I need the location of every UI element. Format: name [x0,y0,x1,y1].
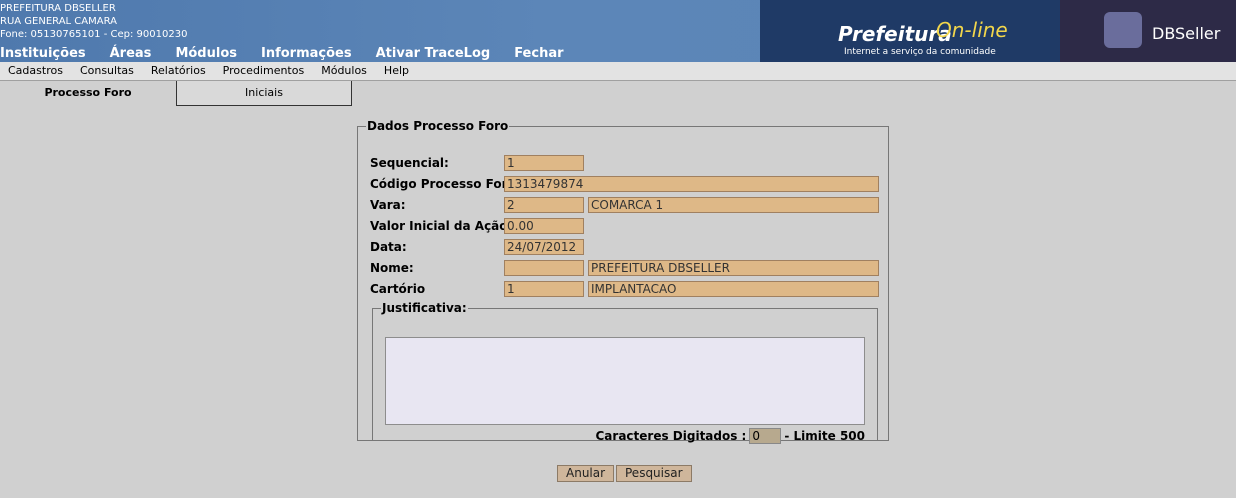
brand-tagline: Internet a serviço da comunidade [844,47,996,57]
dbseller-logo-icon [1104,12,1142,48]
dados-processo-foro-fieldset: Dados Processo Foro Sequencial: 1 Código… [357,119,889,444]
chars-limit: - Limite 500 [784,429,865,443]
vara-code-field[interactable]: 2 [504,197,584,213]
nome-code-field[interactable] [504,260,584,276]
dbseller-logo: DBSeller [1060,0,1236,62]
menu-modulos[interactable]: Módulos [175,46,237,61]
org-phone: Fone: 05130765101 - Cep: 90010230 [0,29,188,40]
nome-field[interactable]: PREFEITURA DBSELLER [588,260,879,276]
justificativa-fieldset: Justificativa: Caracteres Digitados : 0 … [372,301,878,444]
chars-label: Caracteres Digitados : [595,429,747,443]
chars-count-field: 0 [749,428,782,444]
brand-online: On-line [936,18,1008,42]
nome-label: Nome: [370,261,414,275]
cartorio-code-field[interactable]: 1 [504,281,584,297]
char-counter: Caracteres Digitados : 0 - Limite 500 [595,428,865,444]
menu-instituicoes[interactable]: Instituições [0,46,86,61]
cartorio-name-field[interactable]: IMPLANTACAO [588,281,879,297]
institution-info: PREFEITURA DBSELLER RUA GENERAL CAMARA F… [0,2,187,41]
tab-processo-foro[interactable]: Processo Foro [0,81,176,105]
app-header: PREFEITURA DBSELLER RUA GENERAL CAMARA F… [0,0,1236,62]
data-label: Data: [370,240,407,254]
cartorio-label: Cartório [370,282,426,296]
brand-prefeitura: Prefeitura [838,22,952,46]
anular-button[interactable]: Anular [557,465,615,482]
sequencial-field[interactable]: 1 [504,155,584,171]
menu-informacoes[interactable]: Informações [261,46,352,61]
sequencial-label: Sequencial: [370,156,449,170]
vara-name-field[interactable]: COMARCA 1 [588,197,879,213]
fieldset-legend: Dados Processo Foro [367,119,509,133]
codigo-processo-label: Código Processo Foro: [370,177,521,191]
main-menu: Instituições Áreas Módulos Informações A… [0,46,588,61]
prefeitura-online-logo: Prefeitura On-line Internet a serviço da… [760,0,1060,62]
submenu-cadastros[interactable]: Cadastros [0,62,72,80]
brand-company: DBSeller [1152,24,1221,43]
pesquisar-button[interactable]: Pesquisar [616,465,692,482]
valor-inicial-field[interactable]: 0.00 [504,218,584,234]
submenu-procedimentos[interactable]: Procedimentos [215,62,314,80]
sub-menu: Cadastros Consultas Relatórios Procedime… [0,62,1236,81]
org-name: PREFEITURA DBSELLER [0,3,116,14]
codigo-processo-field[interactable]: 1313479874 [504,176,879,192]
valor-inicial-label: Valor Inicial da Ação: [370,219,513,233]
tab-iniciais[interactable]: Iniciais [176,81,352,106]
org-address: RUA GENERAL CAMARA [0,16,117,27]
submenu-consultas[interactable]: Consultas [72,62,143,80]
data-field[interactable]: 24/07/2012 [504,239,584,255]
justificativa-legend: Justificativa: [382,301,467,315]
menu-fechar[interactable]: Fechar [514,46,563,61]
menu-ativar-tracelog[interactable]: Ativar TraceLog [376,46,491,61]
vara-label: Vara: [370,198,406,212]
menu-areas[interactable]: Áreas [110,46,152,61]
submenu-modulos[interactable]: Módulos [313,62,376,80]
justificativa-textarea[interactable] [385,337,865,425]
submenu-help[interactable]: Help [376,62,418,80]
submenu-relatorios[interactable]: Relatórios [143,62,215,80]
